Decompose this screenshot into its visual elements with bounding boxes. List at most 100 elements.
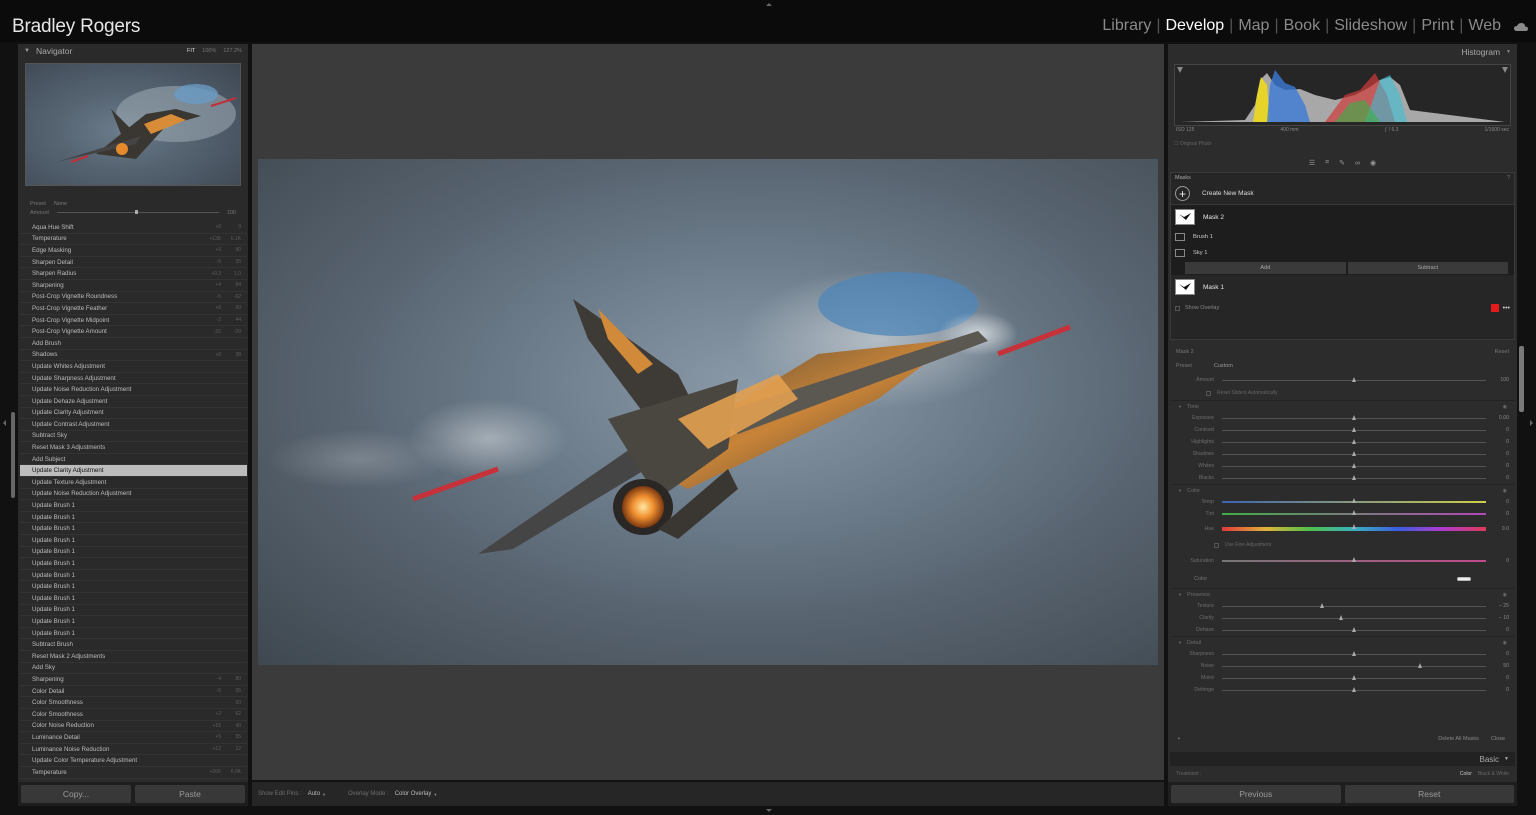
color-picker-swatch[interactable] [1457, 577, 1471, 581]
history-item[interactable]: Post-Crop Vignette Midpoint -2 44 [20, 315, 247, 327]
dehaze-slider[interactable] [1222, 626, 1486, 632]
tint-slider[interactable] [1222, 510, 1486, 515]
zoom-100[interactable]: 100% [202, 48, 216, 54]
collapse-triangle-icon[interactable]: ▼ [1178, 404, 1182, 409]
history-preset-value[interactable]: None [54, 201, 67, 207]
reset-button[interactable]: Reset [1344, 785, 1514, 803]
history-item[interactable]: Update Color Temperature Adjustment [20, 755, 247, 767]
history-item[interactable]: Update Dehaze Adjustment [20, 396, 247, 408]
history-item[interactable]: Post-Crop Vignette Amount -20 -20 [20, 326, 247, 338]
create-new-mask-button[interactable]: + Create New Mask [1171, 183, 1514, 205]
temp-slider[interactable] [1222, 498, 1486, 503]
show-overlay-checkbox[interactable] [1175, 305, 1180, 311]
module-map[interactable]: Map [1235, 17, 1272, 35]
history-item[interactable]: Shadows +8 38 [20, 350, 247, 362]
exposure-slider-knob[interactable] [1352, 414, 1356, 420]
sky-1-row[interactable]: Sky 1 [1171, 245, 1514, 261]
whites-slider-knob[interactable] [1352, 462, 1356, 468]
history-item[interactable]: Color Noise Reduction +15 40 [20, 721, 247, 733]
clarity-slider[interactable] [1222, 614, 1486, 620]
eye-icon[interactable]: ◉ [1503, 488, 1507, 494]
hue-slider-knob[interactable] [1352, 524, 1356, 529]
collapse-triangle-icon[interactable]: ▼ [1504, 756, 1509, 762]
mask-2-row[interactable]: Mask 2 [1171, 205, 1514, 229]
history-item[interactable]: Update Noise Reduction Adjustment [20, 384, 247, 396]
history-item[interactable]: Update Brush 1 [20, 605, 247, 617]
noise-slider[interactable] [1222, 662, 1486, 668]
delete-all-masks-button[interactable]: Delete All Masks [1438, 736, 1479, 742]
history-item[interactable]: Update Brush 1 [20, 500, 247, 512]
history-item[interactable]: Temperature +138 6.1K [20, 234, 247, 246]
history-amount-knob[interactable] [134, 210, 138, 214]
collapse-triangle-icon[interactable]: ▼ [1178, 488, 1182, 493]
blacks-slider-knob[interactable] [1352, 474, 1356, 480]
module-slideshow[interactable]: Slideshow [1331, 17, 1410, 35]
history-item[interactable]: Add Sky [20, 663, 247, 675]
history-item[interactable]: Update Brush 1 [20, 558, 247, 570]
history-item[interactable]: Sharpen Detail -5 25 [20, 257, 247, 269]
history-item[interactable]: Post-Crop Vignette Feather +8 60 [20, 303, 247, 315]
hue-slider[interactable] [1222, 524, 1486, 531]
cloud-sync-icon[interactable] [1514, 23, 1528, 31]
zoom-custom[interactable]: 127.2% [223, 48, 242, 54]
history-item[interactable]: Sharpening -4 80 [20, 674, 247, 686]
crop-icon[interactable]: ⌗ [1325, 159, 1329, 167]
contrast-slider-knob[interactable] [1352, 426, 1356, 432]
collapse-triangle-icon[interactable]: ▼ [1178, 640, 1182, 645]
navigator-preview[interactable] [25, 63, 241, 186]
main-photo[interactable] [258, 159, 1158, 665]
copy-button[interactable]: Copy... [21, 785, 131, 803]
history-item[interactable]: Update Brush 1 [20, 581, 247, 593]
history-item[interactable]: Update Brush 1 [20, 570, 247, 582]
history-item[interactable]: Luminance Noise Reduction +12 12 [20, 744, 247, 756]
close-button[interactable]: Close [1491, 736, 1505, 742]
defringe-slider[interactable] [1222, 686, 1486, 692]
sharpness-slider-knob[interactable] [1352, 650, 1356, 656]
masking-icon[interactable]: ◉ [1370, 159, 1376, 167]
shadows-slider[interactable] [1222, 450, 1486, 456]
history-item[interactable]: Update Brush 1 [20, 535, 247, 547]
history-item[interactable]: Update Clarity Adjustment [20, 465, 247, 478]
highlights-slider[interactable] [1222, 438, 1486, 444]
fine-adjustment-checkbox[interactable] [1214, 542, 1219, 548]
tone-section-header[interactable]: ▼ Tone ◉ [1170, 400, 1515, 412]
trash-icon[interactable]: ▪ [1178, 736, 1180, 742]
collapse-triangle-icon[interactable]: ▼ [1178, 592, 1182, 597]
module-book[interactable]: Book [1281, 17, 1323, 35]
texture-slider-knob[interactable] [1320, 602, 1325, 608]
history-item[interactable]: Post-Crop Vignette Roundness -5 -62 [20, 292, 247, 304]
history-item[interactable]: Add Subject [20, 454, 247, 466]
overlay-mode-select[interactable]: Color Overlay [395, 791, 432, 797]
eye-icon[interactable]: ◉ [1503, 404, 1507, 410]
eye-icon[interactable]: ◉ [1503, 640, 1507, 646]
chevron-down-icon[interactable]: ▼ [433, 792, 437, 797]
saturation-slider[interactable] [1222, 557, 1486, 562]
exposure-slider[interactable] [1222, 414, 1486, 420]
history-amount-slider[interactable] [56, 210, 219, 214]
module-library[interactable]: Library [1099, 17, 1154, 35]
color-section-header[interactable]: ▼ Color ◉ [1170, 484, 1515, 496]
collapse-bottom-arrow-icon[interactable] [766, 809, 772, 812]
reset-sliders-checkbox[interactable] [1206, 390, 1211, 396]
history-item[interactable]: Update Brush 1 [20, 593, 247, 605]
clarity-slider-knob[interactable] [1338, 614, 1343, 620]
add-button[interactable]: Add [1185, 262, 1346, 274]
shadows-slider-knob[interactable] [1352, 450, 1356, 456]
mask-1-row[interactable]: Mask 1 [1171, 275, 1514, 299]
treatment-color[interactable]: Color [1460, 771, 1472, 777]
history-item[interactable]: Subtract Brush [20, 639, 247, 651]
basic-panel-header[interactable]: Basic ▼ [1170, 752, 1515, 766]
previous-button[interactable]: Previous [1171, 785, 1341, 803]
blacks-slider[interactable] [1222, 474, 1486, 480]
more-options-icon[interactable]: ••• [1503, 305, 1510, 312]
saturation-slider-knob[interactable] [1352, 557, 1356, 562]
history-item[interactable]: Reset Mask 3 Adjustments [20, 442, 247, 454]
history-item[interactable]: Aqua Hue Shift +8 0 [20, 222, 247, 234]
history-item[interactable]: Update Whites Adjustment [20, 361, 247, 373]
collapse-top-arrow-icon[interactable] [766, 3, 772, 6]
texture-slider[interactable] [1222, 602, 1486, 608]
moir-slider[interactable] [1222, 674, 1486, 680]
detail-section-header[interactable]: ▼ Detail ◉ [1170, 636, 1515, 648]
original-photo-toggle[interactable]: ☐ Original Photo [1174, 141, 1212, 147]
navigator-header[interactable]: ▼ Navigator FIT 100% 127.2% [18, 44, 248, 58]
